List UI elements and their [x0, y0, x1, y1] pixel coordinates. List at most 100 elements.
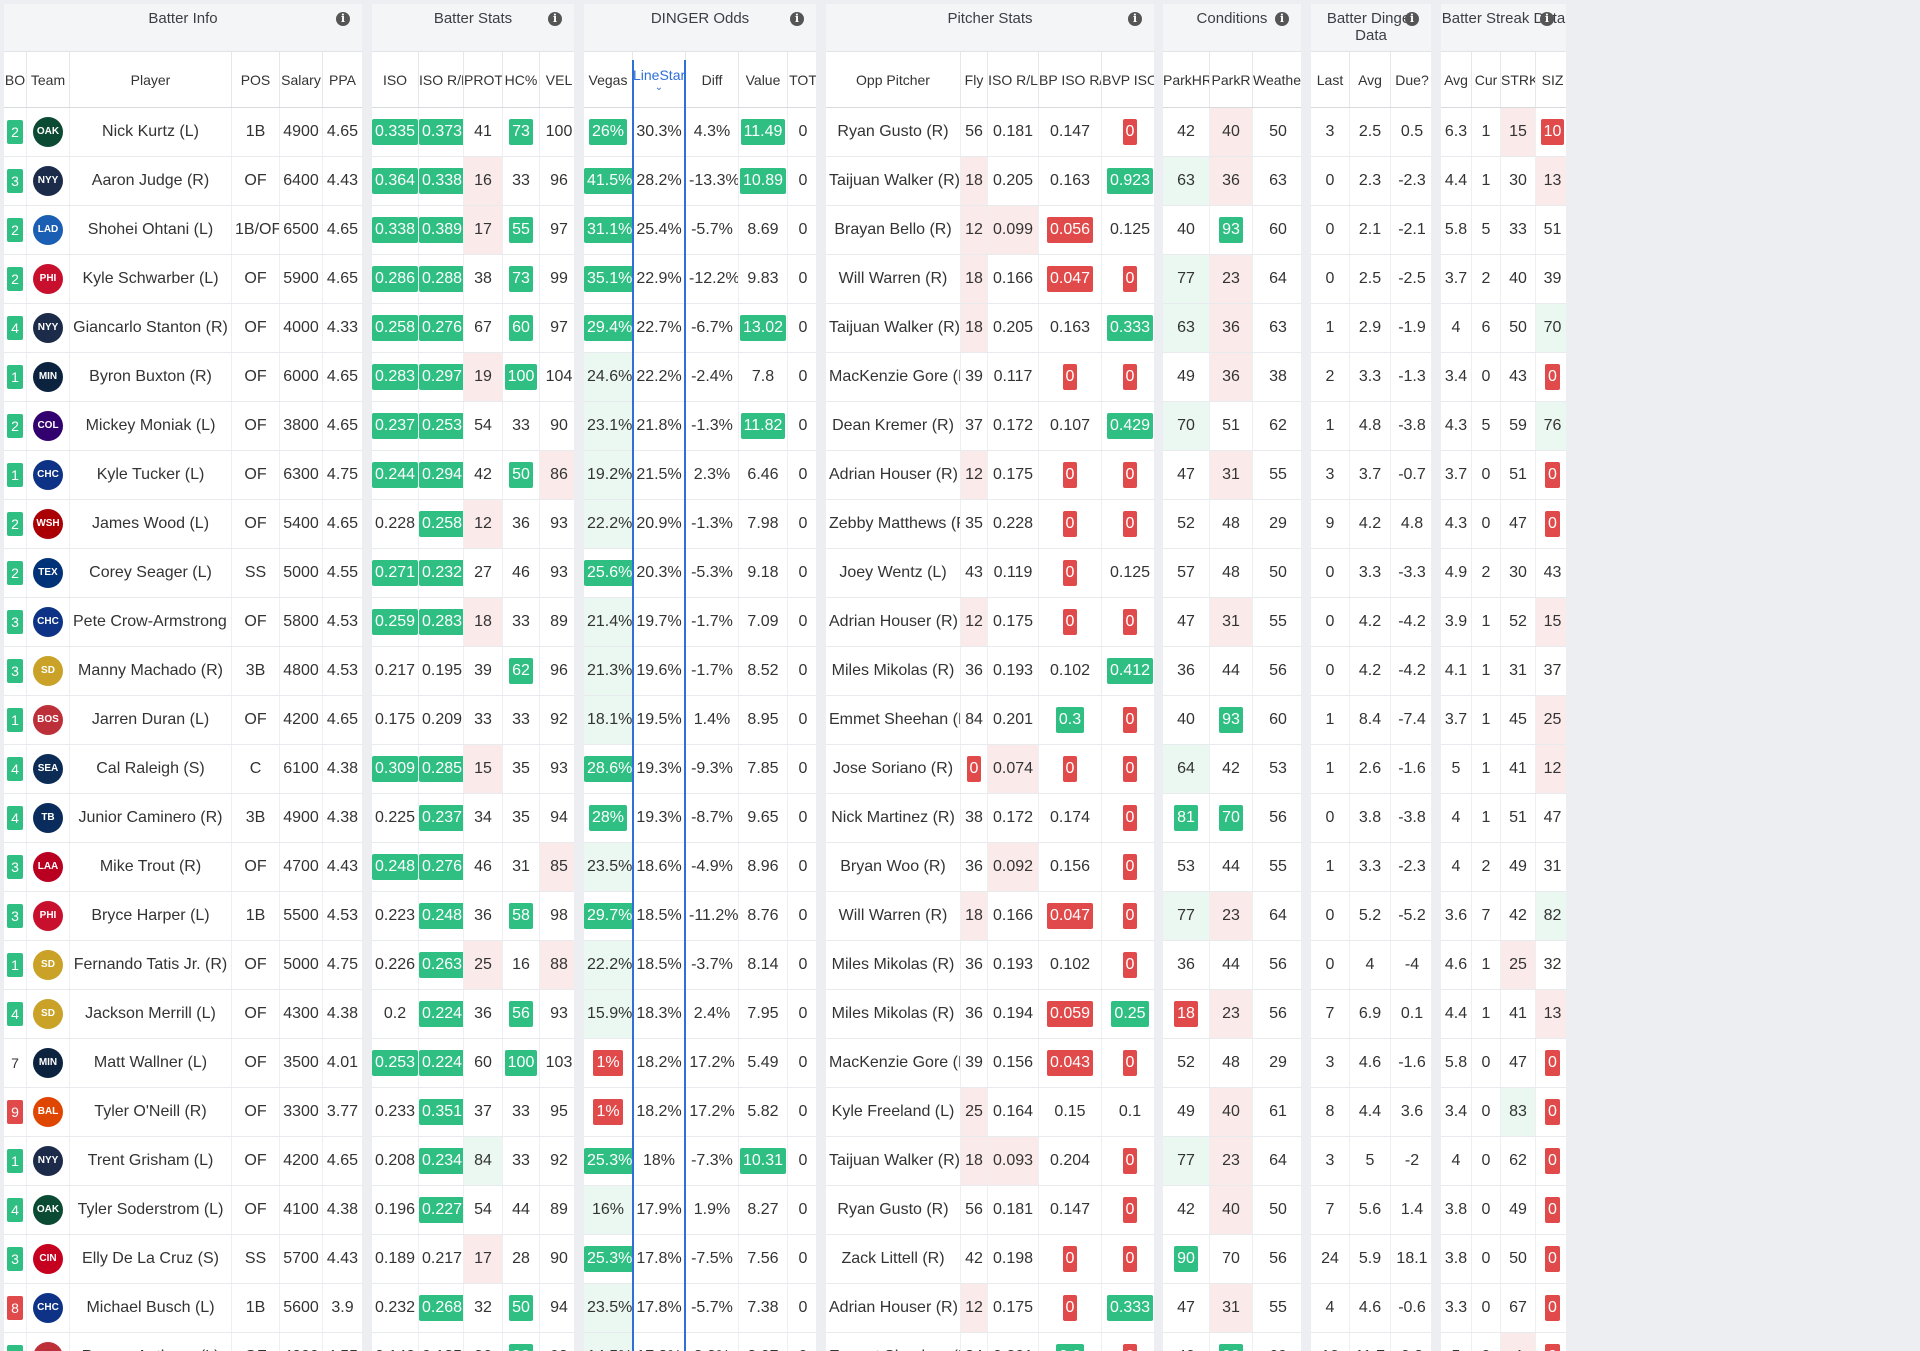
table-row[interactable]: 3CHCPete Crow-Armstrong (L)OF58004.53 [4, 597, 362, 647]
table-row[interactable]: Adrian Houser (R) 12 0.175 0 0 [826, 450, 1154, 500]
table-row[interactable]: Miles Mikolas (R) 36 0.194 0.059 0.25 [826, 989, 1154, 1039]
table-row[interactable]: 28% 19.3% -8.7% 9.65 0 [584, 793, 816, 843]
column-header[interactable]: Avg [1349, 52, 1391, 108]
table-row[interactable]: 77 23 64 [1163, 891, 1301, 941]
table-row[interactable]: 47 31 55 [1163, 1283, 1301, 1333]
table-row[interactable]: Nick Martinez (R) 38 0.172 0.174 0 [826, 793, 1154, 843]
table-row[interactable]: 4.9 2 30 43 [1441, 548, 1566, 598]
column-header[interactable]: HC% [502, 52, 540, 108]
table-row[interactable]: 2 WSH James Wood (L) OF 5400 4.65 [4, 499, 362, 549]
table-row[interactable]: 0.232 0.268 32 50 94 [372, 1283, 574, 1333]
table-row[interactable]: 0.217 0.195 39 62 96 [372, 646, 574, 696]
table-row[interactable]: 0.189 0.217 17 28 90 [372, 1234, 574, 1284]
table-row[interactable]: 4 TB Junior Caminero (R) 3B 4900 4.38 [4, 793, 362, 843]
table-row[interactable]: 0 4.2 -4.2 [1311, 646, 1431, 696]
table-row[interactable]: 19.2% 21.5% 2.3% 6.46 0 [584, 450, 816, 500]
table-row[interactable]: 70 51 62 [1163, 401, 1301, 451]
table-row[interactable]: 1 8.4 -7.4 [1311, 695, 1431, 745]
info-icon[interactable]: i [336, 12, 350, 26]
table-row[interactable]: 1 SD Fernando Tatis Jr. (R) OF 5000 4.75 [4, 940, 362, 990]
table-row[interactable]: 1 MIN Byron Buxton (R) OF 6000 4.65 [4, 352, 362, 402]
column-header[interactable]: Salary [279, 52, 323, 108]
table-row[interactable]: Taijuan Walker (R) 18 0.205 0.163 0.333 [826, 303, 1154, 353]
column-header[interactable]: PPA [322, 52, 362, 108]
table-row[interactable]: 4.1 1 31 37 [1441, 646, 1566, 696]
table-row[interactable]: 49 36 38 [1163, 352, 1301, 402]
table-row[interactable]: 0.271 0.232 27 46 93 [372, 548, 574, 598]
table-row[interactable]: 6.3 1 15 10 [1441, 107, 1566, 157]
table-row[interactable]: 1 2.9 -1.9 [1311, 303, 1431, 353]
table-row[interactable]: 0.225 0.237 34 35 94 [372, 793, 574, 843]
table-row[interactable]: 0 5.2 -5.2 [1311, 891, 1431, 941]
table-row[interactable]: 4.4 1 30 13 [1441, 156, 1566, 206]
column-header[interactable]: PROT [463, 52, 503, 108]
table-row[interactable]: 4.3 5 59 76 [1441, 401, 1566, 451]
table-row[interactable]: 4 SEA Cal Raleigh (S) C 6100 4.38 [4, 744, 362, 794]
table-row[interactable]: Ryan Gusto (R) 56 0.181 0.147 0 [826, 107, 1154, 157]
table-row[interactable]: 0.2 0.224 36 56 93 [372, 989, 574, 1039]
table-row[interactable]: 4 1 51 47 [1441, 793, 1566, 843]
table-row[interactable]: 3.7 1 45 25 [1441, 695, 1566, 745]
table-row[interactable]: 35.1% 22.9% -12.2% 9.83 0 [584, 254, 816, 304]
table-row[interactable]: 0.233 0.351 37 33 95 [372, 1087, 574, 1137]
table-row[interactable]: 47 31 55 [1163, 450, 1301, 500]
table-row[interactable]: 7 5.6 1.4 [1311, 1185, 1431, 1235]
table-row[interactable]: 0.338 0.389 17 55 97 [372, 205, 574, 255]
table-row[interactable]: 3.3 0 67 0 [1441, 1283, 1566, 1333]
table-row[interactable]: 0.253 0.224 60 100 103 [372, 1038, 574, 1088]
table-row[interactable]: 25.3% 17.8% -7.5% 7.56 0 [584, 1234, 816, 1284]
column-header[interactable]: Player [69, 52, 232, 108]
table-row[interactable]: 29.7% 18.5% -11.2% 8.76 0 [584, 891, 816, 941]
table-row[interactable]: 0 4.2 -4.2 [1311, 597, 1431, 647]
table-row[interactable]: 25.3% 18% -7.3% 10.31 0 [584, 1136, 816, 1186]
column-header[interactable]: STRK [1500, 52, 1536, 108]
table-row[interactable]: 3.9 1 52 15 [1441, 597, 1566, 647]
table-row[interactable]: 1211.70.3 [1311, 1332, 1431, 1351]
table-row[interactable]: 31.1% 25.4% -5.7% 8.69 0 [584, 205, 816, 255]
table-row[interactable]: 2BOSRoman Anthony (L)OF40004.55 [4, 1332, 362, 1351]
table-row[interactable]: Zebby Matthews (R) 35 0.228 0 0 [826, 499, 1154, 549]
table-row[interactable]: 0.309 0.285 15 35 93 [372, 744, 574, 794]
table-row[interactable]: 1 3.3 -2.3 [1311, 842, 1431, 892]
table-row[interactable]: Bryan Woo (R) 36 0.092 0.156 0 [826, 842, 1154, 892]
info-icon[interactable]: i [1275, 12, 1289, 26]
column-header[interactable]: BO [4, 52, 27, 108]
table-row[interactable]: 0 3.3 -3.3 [1311, 548, 1431, 598]
table-row[interactable]: 5.8 5 33 51 [1441, 205, 1566, 255]
info-icon[interactable]: i [1128, 12, 1142, 26]
table-row[interactable]: 4 0 62 0 [1441, 1136, 1566, 1186]
table-row[interactable]: 23.5% 17.8% -5.7% 7.38 0 [584, 1283, 816, 1333]
column-header[interactable]: ISO [372, 52, 419, 108]
column-header[interactable]: POS [231, 52, 280, 108]
column-header[interactable]: BP ISO R/L [1038, 52, 1102, 108]
table-row[interactable]: 81 70 56 [1163, 793, 1301, 843]
table-row[interactable]: 3.4 0 43 0 [1441, 352, 1566, 402]
table-row[interactable]: Will Warren (R) 18 0.166 0.047 0 [826, 254, 1154, 304]
table-row[interactable]: 1 NYY Trent Grisham (L) OF 4200 4.65 [4, 1136, 362, 1186]
column-header[interactable]: ISO R/L [418, 52, 464, 108]
table-row[interactable]: 409360 [1163, 1332, 1301, 1351]
table-row[interactable]: 0.283 0.297 19 100 104 [372, 352, 574, 402]
table-row[interactable]: 4.4 1 41 13 [1441, 989, 1566, 1039]
table-row[interactable]: 409360 [1163, 695, 1301, 745]
column-header[interactable]: ParkHR [1163, 52, 1210, 108]
table-row[interactable]: Miles Mikolas (R) 36 0.193 0.102 0 [826, 940, 1154, 990]
table-row[interactable]: 1 4.8 -3.8 [1311, 401, 1431, 451]
table-row[interactable]: 15.9% 18.3% 2.4% 7.95 0 [584, 989, 816, 1039]
table-row[interactable]: 0.226 0.263 25 16 88 [372, 940, 574, 990]
table-row[interactable]: 3 4.6 -1.6 [1311, 1038, 1431, 1088]
table-row[interactable]: 3.4 0 83 0 [1441, 1087, 1566, 1137]
column-header[interactable]: Opp Pitcher [826, 52, 961, 108]
table-row[interactable]: 52 48 29 [1163, 1038, 1301, 1088]
table-row[interactable]: Ryan Gusto (R) 56 0.181 0.147 0 [826, 1185, 1154, 1235]
table-row[interactable]: 3 PHI Bryce Harper (L) 1B 5500 4.53 [4, 891, 362, 941]
table-row[interactable]: 7 6.9 0.1 [1311, 989, 1431, 1039]
table-row[interactable]: 36 44 56 [1163, 940, 1301, 990]
table-row[interactable]: 25.6% 20.3% -5.3% 9.18 0 [584, 548, 816, 598]
table-row[interactable]: 3 2.5 0.5 [1311, 107, 1431, 157]
table-row[interactable]: 21.4% 19.7% -1.7% 7.09 0 [584, 597, 816, 647]
table-row[interactable]: 4 OAK Tyler Soderstrom (L) OF 4100 4.38 [4, 1185, 362, 1235]
table-row[interactable]: 3 5 -2 [1311, 1136, 1431, 1186]
table-row[interactable]: Will Warren (R) 18 0.166 0.047 0 [826, 891, 1154, 941]
table-row[interactable]: 1 2.6 -1.6 [1311, 744, 1431, 794]
